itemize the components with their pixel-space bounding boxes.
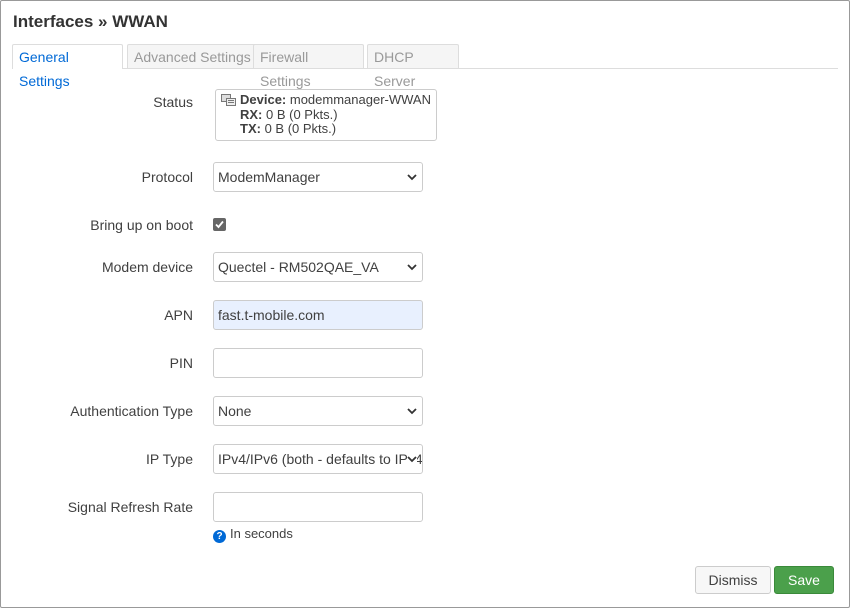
device-key: Device: — [240, 92, 287, 107]
auth-label: Authentication Type — [70, 403, 193, 419]
modem-value: Quectel - RM502QAE_VA — [218, 259, 379, 275]
chevron-down-icon — [407, 408, 417, 415]
status-label: Status — [153, 94, 193, 110]
apn-label: APN — [164, 307, 193, 323]
iptype-value: IPv4/IPv6 (both - defaults to IPv4) — [218, 451, 423, 467]
modem-device-select[interactable]: Quectel - RM502QAE_VA — [213, 252, 423, 282]
dismiss-button[interactable]: Dismiss — [695, 566, 771, 594]
protocol-label: Protocol — [141, 169, 193, 185]
network-device-icon — [221, 94, 236, 106]
tx-key: TX: — [240, 121, 261, 136]
boot-label: Bring up on boot — [90, 217, 193, 233]
chevron-down-icon — [407, 174, 417, 181]
refresh-label: Signal Refresh Rate — [67, 499, 193, 515]
tx-value: 0 B (0 Pkts.) — [264, 121, 337, 136]
tab-firewall-settings[interactable]: Firewall Settings — [253, 44, 364, 89]
tab-advanced-settings[interactable]: Advanced Settings — [127, 44, 260, 68]
modem-label: Modem device — [101, 259, 193, 275]
pin-input[interactable] — [213, 348, 423, 378]
apn-input[interactable]: fast.t-mobile.com — [213, 300, 423, 330]
save-button[interactable]: Save — [774, 566, 834, 594]
signal-refresh-input[interactable] — [213, 492, 423, 522]
pin-label: PIN — [169, 355, 193, 371]
boot-checkbox[interactable] — [213, 218, 226, 231]
device-value: modemmanager-WWAN — [289, 92, 431, 107]
auth-type-select[interactable]: None — [213, 396, 423, 426]
iptype-label: IP Type — [146, 451, 193, 467]
page-title: Interfaces » WWAN — [13, 12, 168, 31]
checkmark-icon — [215, 220, 224, 229]
tab-general-settings[interactable]: General Settings — [12, 44, 123, 89]
tab-dhcp-server[interactable]: DHCP Server — [367, 44, 459, 89]
refresh-help: ? In seconds — [213, 526, 293, 543]
refresh-help-text: In seconds — [230, 526, 293, 541]
protocol-select[interactable]: ModemManager — [213, 162, 423, 192]
status-box: Device: modemmanager-WWAN RX: 0 B (0 Pkt… — [215, 89, 437, 141]
apn-value: fast.t-mobile.com — [218, 307, 325, 323]
chevron-down-icon — [407, 264, 417, 271]
help-icon: ? — [213, 530, 226, 543]
ip-type-select[interactable]: IPv4/IPv6 (both - defaults to IPv4) — [213, 444, 423, 474]
rx-value: 0 B (0 Pkts.) — [266, 106, 338, 122]
rx-key: RX: — [240, 106, 263, 122]
tab-bar: General Settings Advanced Settings Firew… — [12, 44, 838, 89]
chevron-down-icon — [407, 454, 417, 464]
auth-value: None — [218, 403, 252, 419]
protocol-value: ModemManager — [218, 169, 320, 185]
